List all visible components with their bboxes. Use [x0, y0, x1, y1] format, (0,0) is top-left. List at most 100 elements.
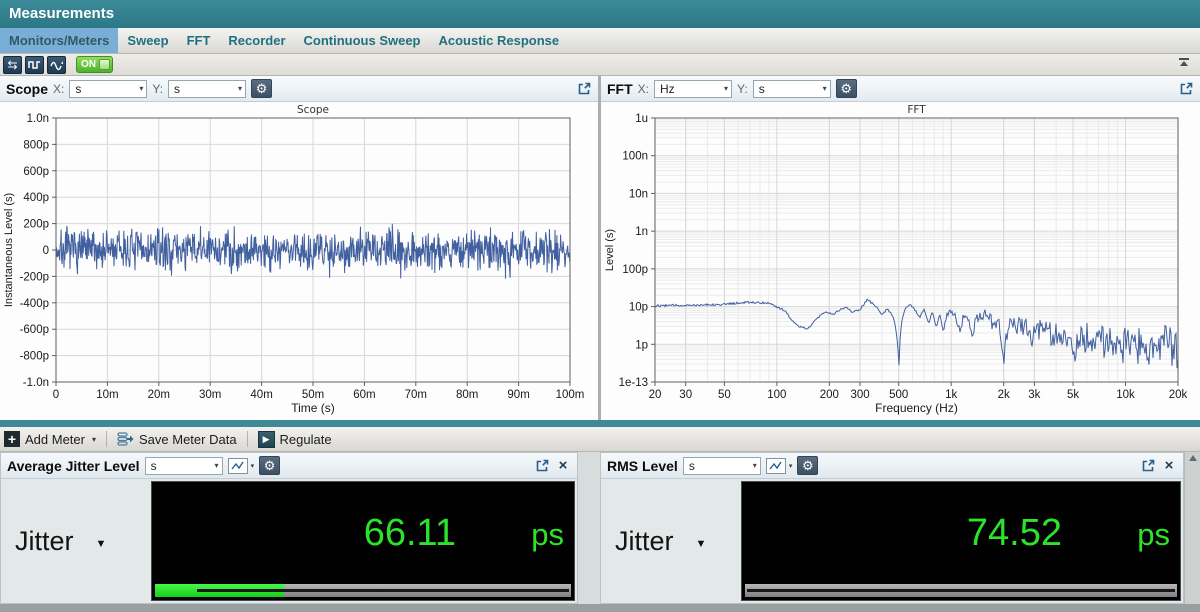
chart-section: Scope X: s ▾ Y: s ▾ ⚙ 010m20m30m40m50m60…	[0, 76, 1200, 420]
monitor-toolbar: ⇆ ON	[0, 54, 1200, 76]
chevron-down-icon: ▼	[96, 532, 107, 550]
svg-text:Scope: Scope	[297, 104, 329, 116]
tab-recorder[interactable]: Recorder	[219, 28, 294, 53]
meter-scrollbar[interactable]	[1184, 452, 1200, 604]
meter-body: Jitter ▼ 74.52 ps	[601, 479, 1183, 603]
meter-unit-select[interactable]: s ▾	[145, 457, 223, 475]
svg-text:1e-13: 1e-13	[619, 377, 648, 389]
io-swap-icon[interactable]: ⇆	[3, 56, 22, 74]
scope-settings-gear-icon[interactable]: ⚙	[251, 79, 272, 98]
svg-text:70m: 70m	[405, 389, 427, 401]
toolbar-separator	[106, 431, 107, 447]
window-bottom-edge	[0, 604, 1200, 612]
chevron-down-icon: ▾	[238, 84, 242, 93]
tab-acoustic-response[interactable]: Acoustic Response	[430, 28, 569, 53]
svg-text:10n: 10n	[629, 188, 648, 200]
svg-text:200: 200	[820, 389, 839, 401]
svg-text:90m: 90m	[507, 389, 529, 401]
meter-channel-selector[interactable]: Jitter ▼	[603, 481, 741, 601]
save-meter-data-button[interactable]: Save Meter Data	[117, 431, 237, 447]
svg-text:-1.0n: -1.0n	[23, 377, 49, 389]
meter-unit-select[interactable]: s ▾	[683, 457, 761, 475]
svg-text:20: 20	[649, 389, 662, 401]
generator-icon[interactable]	[47, 56, 66, 74]
svg-text:30: 30	[679, 389, 692, 401]
svg-text:500: 500	[889, 389, 908, 401]
svg-text:60m: 60m	[353, 389, 375, 401]
svg-text:0: 0	[53, 389, 59, 401]
rms-level-meter-panel: RMS Level s ▾ ▾ ⚙ × Jitter ▼	[600, 452, 1184, 604]
svg-text:1u: 1u	[635, 113, 648, 125]
fft-chart: 2030501002003005001k2k3k5k10k20k1u100n10…	[601, 102, 1200, 420]
toolbar-separator	[247, 431, 248, 447]
plus-icon: +	[4, 431, 20, 447]
svg-text:Level (s): Level (s)	[604, 229, 616, 271]
scope-x-unit-select[interactable]: s ▾	[69, 80, 147, 98]
chevron-down-icon[interactable]: ▾	[251, 462, 255, 470]
generator-on-toggle[interactable]: ON	[76, 56, 113, 73]
svg-text:200p: 200p	[23, 219, 49, 231]
meter-value: 66.11	[364, 512, 456, 555]
svg-text:400p: 400p	[23, 192, 49, 204]
tab-monitors-meters[interactable]: Monitors/Meters	[0, 28, 118, 53]
regulate-button[interactable]: ▶ Regulate	[258, 431, 332, 448]
tab-fft[interactable]: FFT	[178, 28, 220, 53]
square-wave-icon[interactable]	[25, 56, 44, 74]
fft-settings-gear-icon[interactable]: ⚙	[836, 79, 857, 98]
collapse-panel-icon[interactable]	[1177, 58, 1191, 71]
meter-settings-gear-icon[interactable]: ⚙	[797, 456, 818, 475]
fft-popout-icon[interactable]	[1178, 81, 1194, 97]
fft-y-label: Y:	[737, 82, 748, 96]
svg-text:5k: 5k	[1067, 389, 1079, 401]
meter-title: Average Jitter Level	[7, 458, 140, 474]
chevron-down-icon: ▾	[724, 84, 728, 93]
scope-chart: 010m20m30m40m50m60m70m80m90m100m1.0n800p…	[0, 102, 598, 420]
meter-popout-icon[interactable]	[1140, 458, 1156, 474]
svg-text:100p: 100p	[622, 264, 648, 276]
svg-text:300: 300	[850, 389, 869, 401]
close-icon[interactable]: ×	[555, 458, 571, 474]
add-meter-button[interactable]: + Add Meter ▾	[4, 431, 96, 447]
chevron-down-icon: ▾	[823, 84, 827, 93]
svg-text:-400p: -400p	[20, 298, 49, 310]
scope-panel-header: Scope X: s ▾ Y: s ▾ ⚙	[0, 76, 598, 102]
chevron-down-icon: ▼	[696, 532, 707, 550]
average-jitter-meter-panel: Average Jitter Level s ▾ ▾ ⚙ × Jitter	[0, 452, 578, 604]
scope-x-label: X:	[53, 82, 64, 96]
meter-popout-icon[interactable]	[534, 458, 550, 474]
meter-view-chart-icon[interactable]	[228, 458, 248, 474]
svg-text:50: 50	[718, 389, 731, 401]
chevron-down-icon[interactable]: ▾	[789, 462, 793, 470]
svg-text:1.0n: 1.0n	[27, 113, 49, 125]
svg-text:1k: 1k	[945, 389, 957, 401]
scroll-up-icon[interactable]	[1189, 455, 1197, 461]
fft-panel-header: FFT X: Hz ▾ Y: s ▾ ⚙	[601, 76, 1200, 102]
scope-panel-title: Scope	[6, 81, 48, 97]
scope-popout-icon[interactable]	[576, 81, 592, 97]
svg-text:1p: 1p	[635, 339, 648, 351]
section-divider	[0, 420, 1200, 427]
fft-panel-title: FFT	[607, 81, 633, 97]
svg-text:0: 0	[43, 245, 49, 257]
scope-y-unit-select[interactable]: s ▾	[168, 80, 246, 98]
fft-x-unit-select[interactable]: Hz ▾	[654, 80, 732, 98]
tab-continuous-sweep[interactable]: Continuous Sweep	[295, 28, 430, 53]
chevron-down-icon: ▾	[215, 461, 219, 470]
meter-channel-selector[interactable]: Jitter ▼	[3, 481, 151, 601]
save-data-icon	[117, 431, 134, 447]
meter-settings-gear-icon[interactable]: ⚙	[259, 456, 280, 475]
meter-title: RMS Level	[607, 458, 678, 474]
svg-text:3k: 3k	[1028, 389, 1040, 401]
fft-panel: FFT X: Hz ▾ Y: s ▾ ⚙ 2030501002003005001…	[601, 76, 1200, 420]
meter-view-chart-icon[interactable]	[766, 458, 786, 474]
meter-unit: ps	[456, 517, 564, 553]
svg-text:30m: 30m	[199, 389, 221, 401]
tab-sweep[interactable]: Sweep	[118, 28, 177, 53]
close-icon[interactable]: ×	[1161, 458, 1177, 474]
rms-level-meter-header: RMS Level s ▾ ▾ ⚙ ×	[601, 453, 1183, 479]
svg-text:100m: 100m	[556, 389, 585, 401]
on-toggle-label: ON	[81, 59, 96, 70]
apx-measurements-window: Measurements Monitors/Meters Sweep FFT R…	[0, 0, 1200, 612]
svg-text:800p: 800p	[23, 139, 49, 151]
fft-y-unit-select[interactable]: s ▾	[753, 80, 831, 98]
